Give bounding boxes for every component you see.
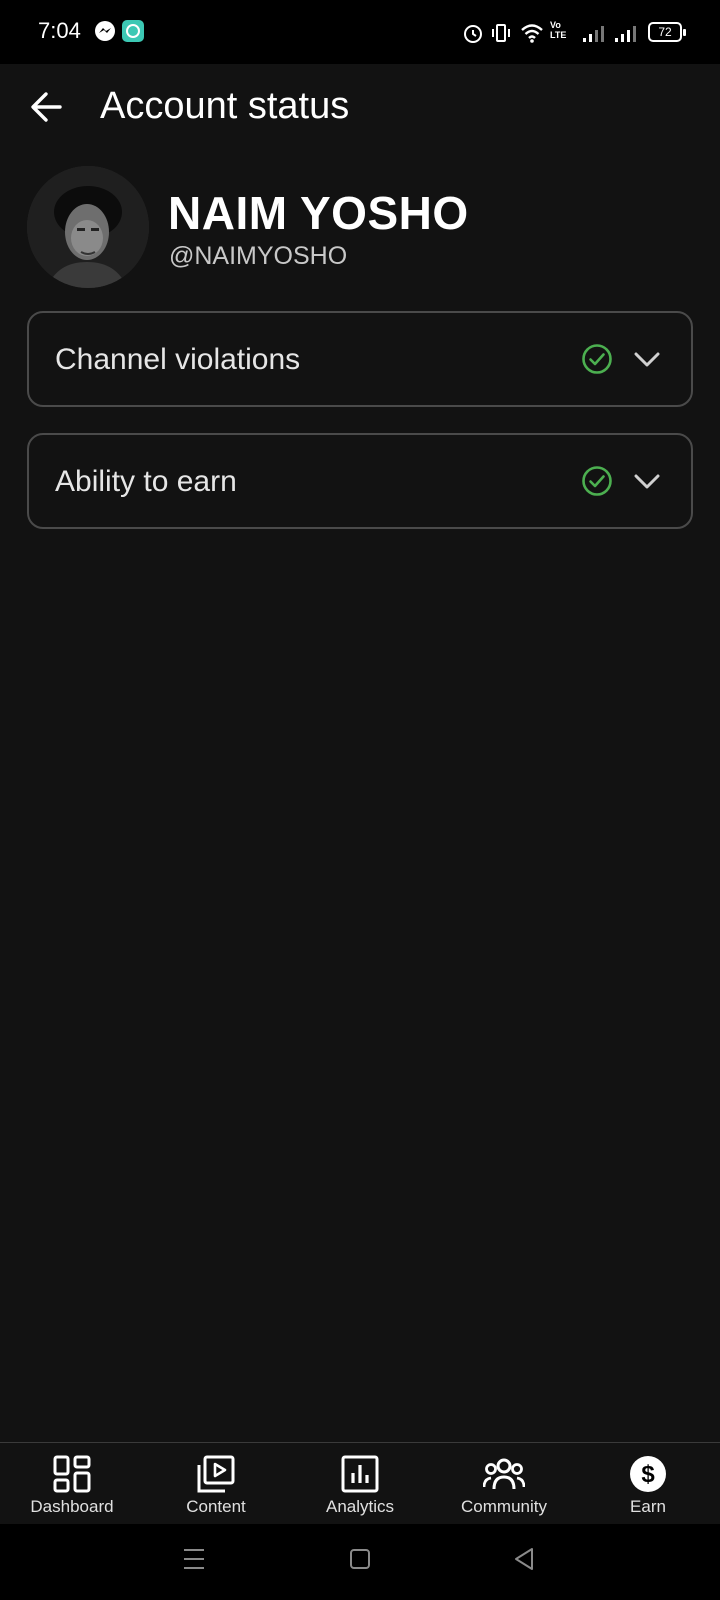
status-bar: 7:04 Vo LTE 72 xyxy=(0,0,720,64)
status-card-ability-to-earn[interactable]: Ability to earn xyxy=(27,433,693,529)
community-icon xyxy=(483,1458,525,1490)
content-icon xyxy=(197,1455,235,1493)
vibrate-icon xyxy=(492,24,510,42)
arrow-left-icon xyxy=(31,92,62,122)
card-label: Channel violations xyxy=(55,343,301,376)
nav-item-earn[interactable]: $ Earn xyxy=(576,1451,720,1523)
nav-label: Earn xyxy=(630,1497,666,1516)
bottom-nav: Dashboard Content Analytics Community $ xyxy=(0,1442,720,1524)
earn-icon: $ xyxy=(630,1456,666,1492)
wifi-icon xyxy=(521,24,543,43)
volte-icon: Vo LTE xyxy=(550,20,567,40)
system-nav-bar xyxy=(0,1524,720,1600)
menu-icon[interactable] xyxy=(182,1546,206,1572)
signal-icon xyxy=(583,26,604,42)
nav-item-dashboard[interactable]: Dashboard xyxy=(0,1451,144,1523)
nav-label: Analytics xyxy=(325,1497,395,1516)
back-triangle-icon[interactable] xyxy=(512,1546,536,1572)
chevron-down-icon[interactable] xyxy=(633,469,661,493)
alarm-icon xyxy=(464,25,482,43)
messenger-icon xyxy=(95,21,115,41)
svg-text:$: $ xyxy=(641,1461,655,1488)
back-button[interactable] xyxy=(24,84,70,130)
nav-item-content[interactable]: Content xyxy=(144,1451,288,1523)
nav-item-analytics[interactable]: Analytics xyxy=(288,1451,432,1523)
status-card-channel-violations[interactable]: Channel violations xyxy=(27,311,693,407)
home-icon[interactable] xyxy=(348,1546,372,1572)
analytics-icon xyxy=(341,1455,379,1493)
nav-label: Content xyxy=(186,1497,246,1516)
dashboard-icon xyxy=(53,1455,91,1493)
avatar-image xyxy=(27,166,149,288)
app-header: Account status xyxy=(0,64,720,150)
battery-level: 72 xyxy=(658,25,672,39)
nav-label: Dashboard xyxy=(30,1497,114,1516)
nav-label: Community xyxy=(461,1497,547,1516)
check-circle-icon xyxy=(582,466,612,496)
status-time: 7:04 xyxy=(38,18,81,43)
chevron-down-icon[interactable] xyxy=(633,347,661,371)
chat-app-icon xyxy=(122,20,144,42)
battery-icon: 72 xyxy=(648,22,686,42)
avatar xyxy=(27,166,149,288)
profile-name: NAIM YOSHO xyxy=(168,187,469,239)
signal-icon xyxy=(615,26,636,42)
nav-item-community[interactable]: Community xyxy=(432,1451,576,1523)
check-circle-icon xyxy=(582,344,612,374)
card-label: Ability to earn xyxy=(55,465,237,498)
profile-handle: @NAIMYOSHO xyxy=(169,242,348,270)
page-title: Account status xyxy=(100,85,350,127)
